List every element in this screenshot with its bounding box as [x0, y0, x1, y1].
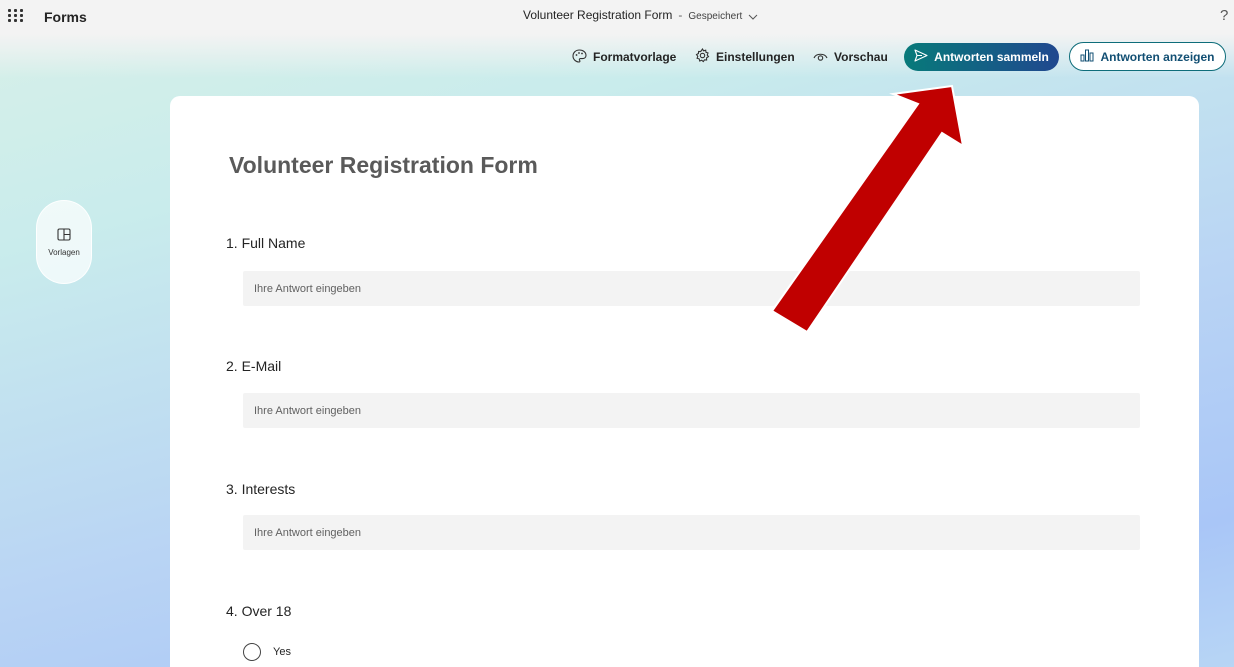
layout-icon	[57, 227, 71, 246]
app-brand[interactable]: Forms	[44, 9, 87, 25]
preview-button[interactable]: Vorschau	[813, 45, 888, 69]
save-status: Gespeichert	[688, 11, 743, 22]
settings-button[interactable]: Einstellungen	[695, 45, 795, 69]
question-title[interactable]: 1. Full Name	[226, 235, 305, 251]
collect-responses-label: Antworten sammeln	[934, 50, 1049, 64]
style-label: Formatvorlage	[593, 50, 677, 64]
question-title[interactable]: 2. E-Mail	[226, 358, 281, 374]
help-icon[interactable]: ?	[1220, 7, 1228, 24]
radio-option-label: Yes	[273, 646, 291, 658]
question-title[interactable]: 3. Interests	[226, 481, 295, 497]
title-separator: -	[678, 8, 683, 22]
chart-icon	[1080, 49, 1100, 65]
full-name-answer-input[interactable]	[243, 271, 1140, 306]
templates-label: Vorlagen	[48, 247, 80, 257]
eye-icon	[813, 50, 834, 65]
preview-label: Vorschau	[834, 50, 888, 64]
style-button[interactable]: Formatvorlage	[572, 45, 676, 69]
radio-option-yes[interactable]: Yes	[243, 643, 291, 661]
email-answer-input[interactable]	[243, 393, 1140, 428]
interests-answer-input[interactable]	[243, 515, 1140, 550]
waffle-icon[interactable]	[8, 9, 24, 23]
top-bar: Forms Volunteer Registration Form - Gespei…	[0, 0, 1234, 34]
palette-icon	[572, 48, 593, 66]
settings-label: Einstellungen	[716, 50, 795, 64]
form-title[interactable]: Volunteer Registration Form	[229, 152, 538, 179]
view-responses-label: Antworten anzeigen	[1100, 49, 1215, 64]
collect-responses-button[interactable]: Antworten sammeln	[904, 43, 1059, 71]
view-responses-button[interactable]: Antworten anzeigen	[1069, 42, 1226, 71]
question-title[interactable]: 4. Over 18	[226, 603, 291, 619]
radio-button[interactable]	[243, 643, 261, 661]
chevron-down-icon	[748, 9, 758, 23]
send-icon	[914, 49, 934, 65]
document-title: Volunteer Registration Form	[523, 8, 673, 22]
document-title-menu[interactable]: Volunteer Registration Form - Gespeichert	[523, 8, 758, 23]
form-card: Volunteer Registration Form 1. Full Name…	[170, 96, 1199, 667]
templates-button[interactable]: Vorlagen	[36, 200, 92, 284]
gear-icon	[695, 48, 716, 66]
